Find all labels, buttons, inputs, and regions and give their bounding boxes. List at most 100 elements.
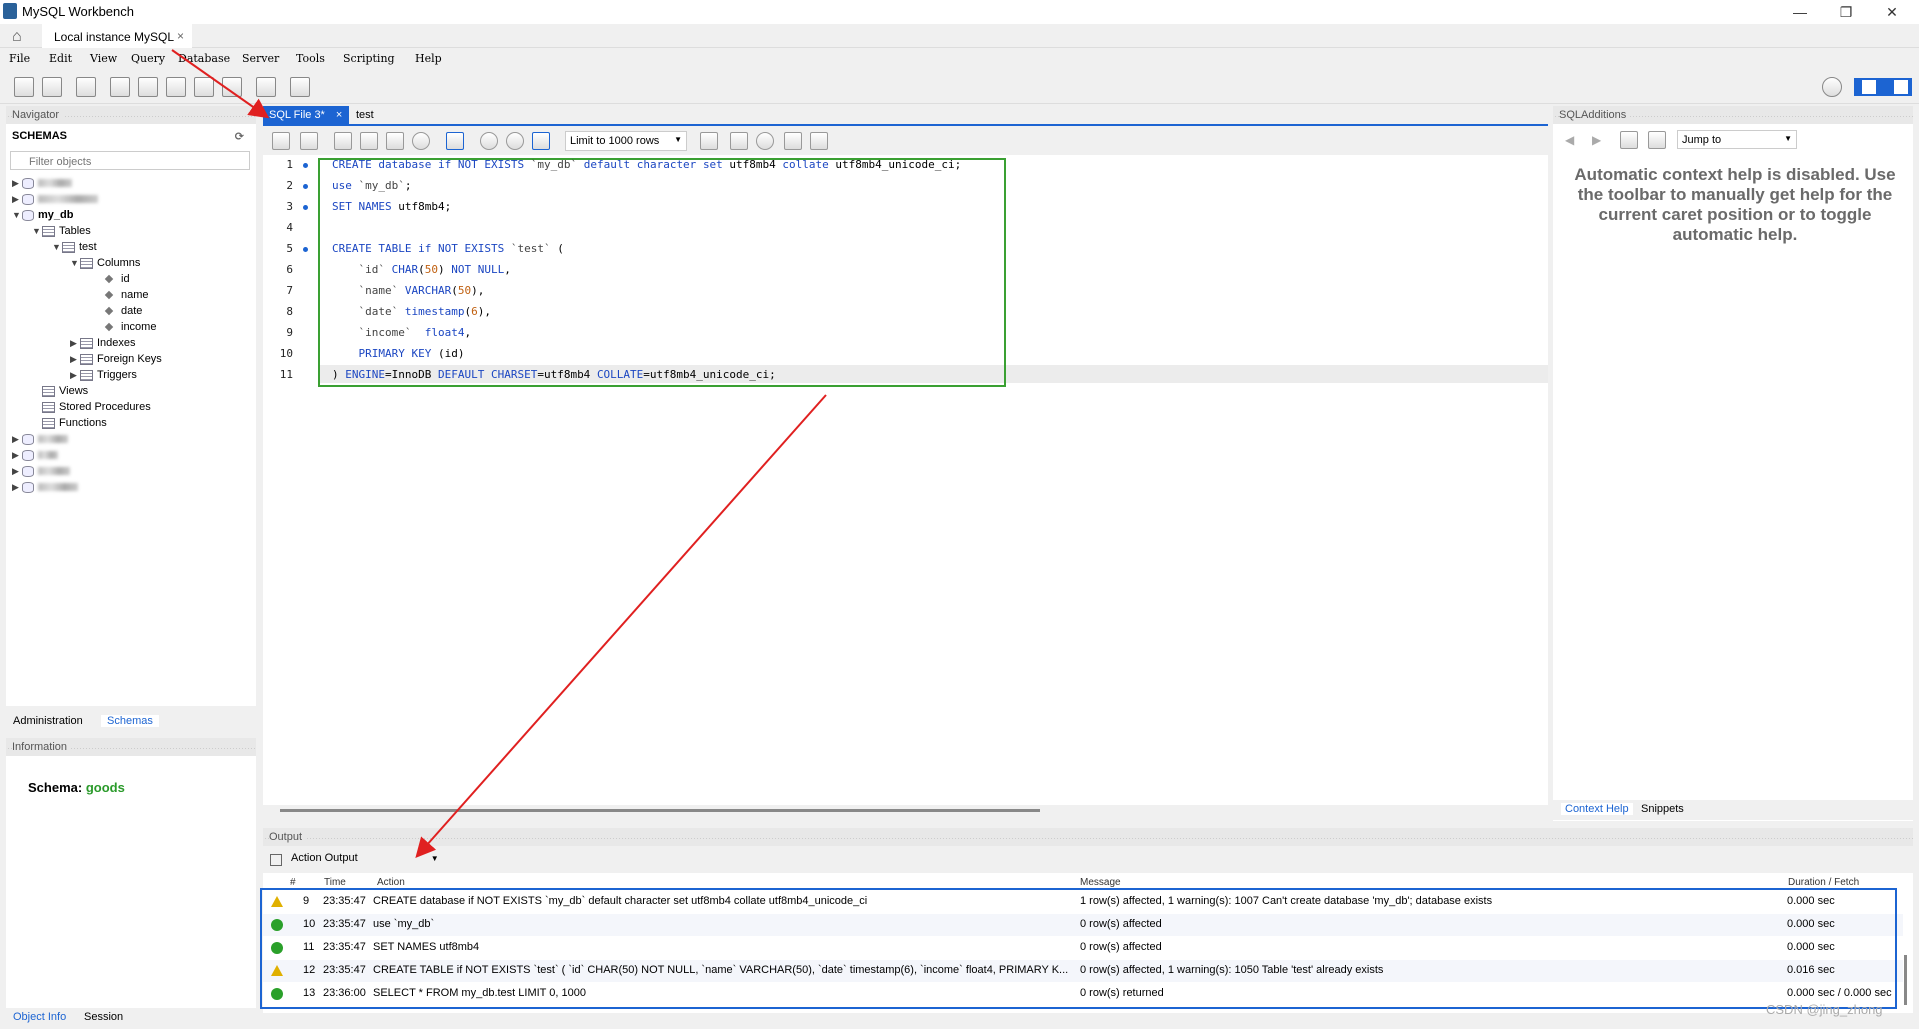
columns-node[interactable]: ▼ Columns xyxy=(70,257,140,269)
tab-context-help[interactable]: Context Help xyxy=(1561,803,1633,815)
home-icon[interactable]: ⌂ xyxy=(12,28,22,46)
foreign-keys-node[interactable]: ▶ Foreign Keys xyxy=(70,353,162,365)
column-item[interactable]: id xyxy=(104,273,130,285)
menu-help[interactable]: Help xyxy=(415,52,442,65)
create-table-icon[interactable] xyxy=(138,77,158,97)
autocommit-icon[interactable] xyxy=(532,132,550,150)
col-header-time[interactable]: Time xyxy=(324,877,346,888)
indexes-node[interactable]: ▶ Indexes xyxy=(70,337,136,349)
tab-administration[interactable]: Administration xyxy=(13,715,83,727)
menu-database[interactable]: Database xyxy=(178,52,230,65)
execute-icon[interactable] xyxy=(334,132,352,150)
search-table-data-icon[interactable] xyxy=(256,77,276,97)
close-icon[interactable]: × xyxy=(177,29,184,43)
menu-tools[interactable]: Tools xyxy=(296,52,325,65)
code-line[interactable]: use `my_db`; xyxy=(332,179,411,192)
tab-sql-file[interactable]: SQL File 3* × xyxy=(263,106,349,126)
menu-view[interactable]: View xyxy=(90,52,117,65)
open-sql-script-icon[interactable] xyxy=(42,77,62,97)
execute-current-icon[interactable] xyxy=(360,132,378,150)
find-icon[interactable] xyxy=(756,132,774,150)
table-test-node[interactable]: ▼ test xyxy=(52,241,97,253)
rollback-icon[interactable] xyxy=(506,132,524,150)
create-procedure-icon[interactable] xyxy=(194,77,214,97)
word-wrap-icon[interactable] xyxy=(810,132,828,150)
tables-node[interactable]: ▼ Tables xyxy=(32,225,91,237)
panel-layout-icon[interactable] xyxy=(1854,78,1912,96)
schema-item-hidden-4[interactable]: ▶ xyxy=(12,449,58,461)
col-header-message[interactable]: Message xyxy=(1080,877,1121,888)
auto-help-icon[interactable] xyxy=(1648,131,1666,149)
stop-icon[interactable] xyxy=(412,132,430,150)
menu-query[interactable]: Query xyxy=(131,52,165,65)
invisible-chars-icon[interactable] xyxy=(784,132,802,150)
inspector-icon[interactable] xyxy=(76,77,96,97)
tab-session[interactable]: Session xyxy=(84,1011,123,1023)
code-line[interactable]: `date` timestamp(6), xyxy=(332,305,491,318)
reconnect-icon[interactable] xyxy=(290,77,310,97)
menu-server[interactable]: Server xyxy=(242,52,279,65)
new-sql-tab-icon[interactable] xyxy=(14,77,34,97)
save-icon[interactable] xyxy=(300,132,318,150)
schema-item-hidden-2[interactable]: ▶ xyxy=(12,193,98,205)
col-header-num[interactable]: # xyxy=(290,877,296,888)
toggle-stop-on-error-icon[interactable] xyxy=(446,132,464,150)
menu-scripting[interactable]: Scripting xyxy=(343,52,395,65)
schema-item-hidden-6[interactable]: ▶ xyxy=(12,481,78,493)
forward-icon[interactable]: ▶ xyxy=(1592,133,1601,147)
limit-rows-select[interactable]: Limit to 1000 rows ▼ xyxy=(565,131,687,151)
stored-procedures-node[interactable]: Stored Procedures xyxy=(42,401,151,413)
code-line[interactable]: PRIMARY KEY (id) xyxy=(332,347,465,360)
triggers-node[interactable]: ▶ Triggers xyxy=(70,369,137,381)
tab-schemas[interactable]: Schemas xyxy=(101,715,159,727)
code-line[interactable]: CREATE database if NOT EXISTS `my_db` de… xyxy=(332,158,961,171)
schema-item-hidden-3[interactable]: ▶ xyxy=(12,433,68,445)
explain-icon[interactable] xyxy=(386,132,404,150)
add-snippet-icon[interactable] xyxy=(700,132,718,150)
code-line[interactable]: `name` VARCHAR(50), xyxy=(332,284,485,297)
column-item[interactable]: date xyxy=(104,305,142,317)
functions-node[interactable]: Functions xyxy=(42,417,107,429)
code-line[interactable]: CREATE TABLE if NOT EXISTS `test` ( xyxy=(332,242,564,255)
open-file-icon[interactable] xyxy=(272,132,290,150)
close-icon[interactable]: × xyxy=(336,109,342,121)
action-output-select[interactable]: Action Output ▼ xyxy=(291,852,439,864)
close-button[interactable]: ✕ xyxy=(1872,0,1912,24)
schema-item-hidden-5[interactable]: ▶ xyxy=(12,465,70,477)
filter-objects-input[interactable] xyxy=(10,151,250,170)
column-item[interactable]: name xyxy=(104,289,149,301)
maximize-button[interactable]: ❐ xyxy=(1826,0,1866,24)
col-header-action[interactable]: Action xyxy=(377,877,405,888)
refresh-icon[interactable]: ⟳ xyxy=(235,130,244,143)
col-header-duration[interactable]: Duration / Fetch xyxy=(1788,877,1859,888)
vertical-scrollbar[interactable] xyxy=(1904,955,1907,1005)
beautify-icon[interactable] xyxy=(730,132,748,150)
window-title: MySQL Workbench xyxy=(22,4,134,19)
tab-object-info[interactable]: Object Info xyxy=(13,1011,66,1023)
schema-item-hidden-1[interactable]: ▶ xyxy=(12,177,72,189)
create-view-icon[interactable] xyxy=(166,77,186,97)
views-node[interactable]: Views xyxy=(42,385,88,397)
manual-help-icon[interactable] xyxy=(1620,131,1638,149)
back-icon[interactable]: ◀ xyxy=(1565,133,1574,147)
menu-edit[interactable]: Edit xyxy=(49,52,72,65)
code-line[interactable]: ) ENGINE=InnoDB DEFAULT CHARSET=utf8mb4 … xyxy=(332,368,776,381)
column-item[interactable]: income xyxy=(104,321,156,333)
horizontal-scrollbar[interactable] xyxy=(280,809,1040,812)
minimize-button[interactable]: — xyxy=(1780,0,1820,24)
connection-tab[interactable]: Local instance MySQL × xyxy=(42,24,192,48)
jump-to-select[interactable]: Jump to ▼ xyxy=(1677,130,1797,149)
settings-icon[interactable] xyxy=(1822,77,1842,97)
menu-file[interactable]: File xyxy=(9,52,30,65)
copy-icon[interactable] xyxy=(270,854,282,866)
create-function-icon[interactable] xyxy=(222,77,242,97)
commit-icon[interactable] xyxy=(480,132,498,150)
create-schema-icon[interactable] xyxy=(110,77,130,97)
code-line[interactable]: `id` CHAR(50) NOT NULL, xyxy=(332,263,511,276)
navigator-tabs: Administration Schemas xyxy=(6,712,256,732)
code-line[interactable]: SET NAMES utf8mb4; xyxy=(332,200,451,213)
tab-test[interactable]: test xyxy=(356,109,374,121)
tab-snippets[interactable]: Snippets xyxy=(1641,803,1684,815)
schema-item-my-db[interactable]: ▼ my_db xyxy=(12,209,73,221)
code-line[interactable]: `income` float4, xyxy=(332,326,472,339)
